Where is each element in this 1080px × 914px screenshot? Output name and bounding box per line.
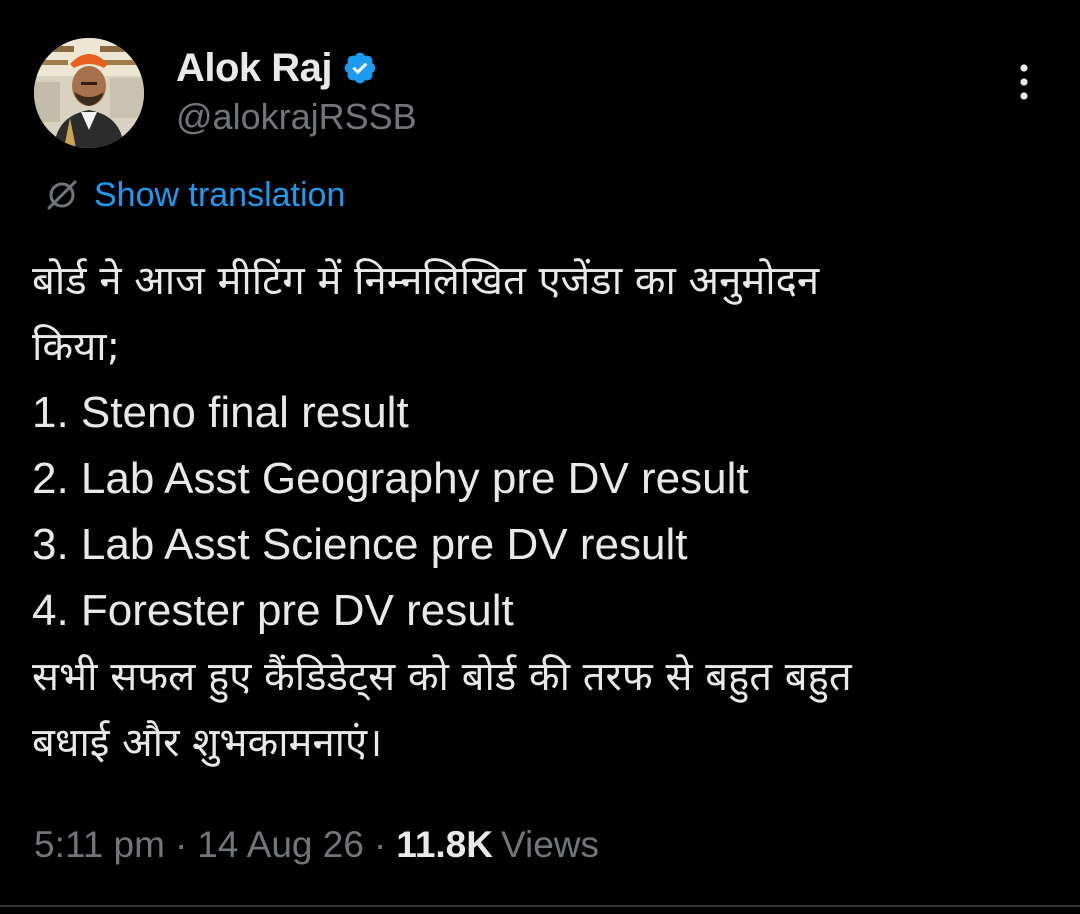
meta-separator: ·	[373, 824, 387, 865]
views-count[interactable]: 11.8K	[396, 824, 493, 866]
show-translation-link[interactable]: Show translation	[44, 172, 345, 218]
tweet: Alok Raj @alokrajRSSB Show translation ब…	[0, 0, 1080, 914]
tweet-text-line: 3. Lab Asst Science pre DV result	[32, 520, 688, 569]
tweet-date[interactable]: 14 Aug 26	[197, 824, 364, 866]
views-label: Views	[500, 824, 600, 865]
author-display-name[interactable]: Alok Raj	[176, 46, 333, 91]
tweet-text-line: 1. Steno final result	[32, 388, 409, 437]
avatar[interactable]	[34, 38, 144, 148]
author-name-row: Alok Raj	[176, 40, 378, 96]
tweet-text: बोर्ड ने आज मीटिंग में निम्नलिखित एजेंडा…	[32, 248, 1042, 776]
author-handle[interactable]: @alokrajRSSB	[176, 96, 417, 138]
tweet-text-line: 2. Lab Asst Geography pre DV result	[32, 454, 749, 503]
tweet-text-line: बधाई और शुभकामनाएं।	[32, 720, 383, 766]
globe-translate-icon	[44, 177, 80, 213]
tweet-time[interactable]: 5:11 pm	[34, 824, 165, 866]
divider	[0, 905, 1080, 907]
tweet-text-line: सभी सफल हुए कैंडिडेट्स को बोर्ड की तरफ स…	[32, 654, 852, 700]
show-translation-label: Show translation	[94, 175, 346, 214]
profile-photo-avatar	[34, 38, 144, 148]
meta-separator: ·	[174, 824, 188, 865]
verified-badge-icon	[342, 50, 378, 86]
more-options-button[interactable]	[1002, 60, 1046, 104]
tweet-text-line: 4. Forester pre DV result	[32, 586, 514, 635]
tweet-text-line: बोर्ड ने आज मीटिंग में निम्नलिखित एजेंडा…	[32, 258, 820, 304]
more-vertical-icon	[1020, 64, 1028, 100]
tweet-text-line: किया;	[32, 324, 121, 370]
tweet-meta: 5:11 pm · 14 Aug 26 · 11.8K Views	[34, 820, 599, 870]
